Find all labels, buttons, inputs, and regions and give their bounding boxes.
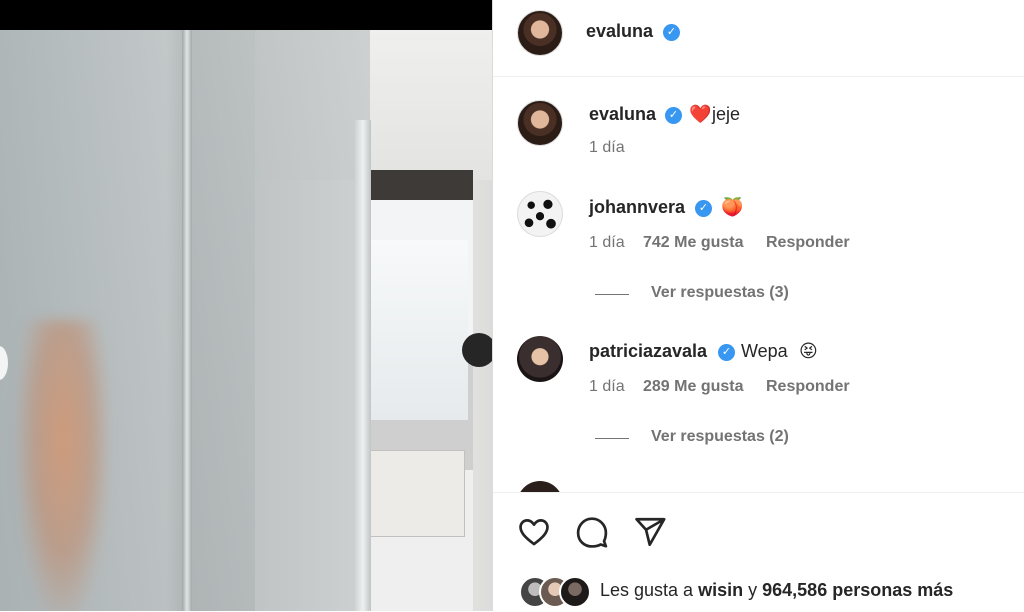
verified-badge-icon: ✓ xyxy=(665,107,682,124)
comment-avatar[interactable] xyxy=(517,336,563,382)
reply-button[interactable]: Responder xyxy=(766,378,850,396)
likes-summary[interactable]: Les gusta a wisin y 964,586 personas más xyxy=(600,580,953,601)
post-media[interactable] xyxy=(0,0,492,611)
verified-badge-icon: ✓ xyxy=(718,344,735,361)
comment-avatar[interactable] xyxy=(517,100,563,146)
liked-by-avatars[interactable] xyxy=(519,576,609,608)
comment-avatar[interactable] xyxy=(517,191,563,237)
comment-text: jeje xyxy=(712,104,741,124)
comments-list[interactable]: evaluna ✓ ❤️ jeje 1 día johannvera ✓ 🍑 1… xyxy=(493,77,1024,492)
post-actions-bar: Les gusta a wisin y 964,586 personas más xyxy=(493,492,1024,612)
verified-badge-icon: ✓ xyxy=(695,200,712,217)
post-image[interactable] xyxy=(0,30,492,611)
comment-icon[interactable] xyxy=(575,515,609,549)
view-replies-button[interactable]: Ver respuestas (2) xyxy=(651,428,789,446)
heart-emoji-icon: ❤️ xyxy=(689,104,712,124)
image-glass-edge xyxy=(182,30,192,611)
comment-text: Wepa xyxy=(741,341,788,361)
comment-likes-count[interactable]: 742 Me gusta xyxy=(643,234,743,252)
liker-avatar[interactable] xyxy=(559,576,591,608)
next-slide-button[interactable] xyxy=(462,333,492,367)
view-replies-button[interactable]: Ver respuestas (3) xyxy=(651,284,789,302)
comment-time[interactable]: 1 día xyxy=(589,139,625,157)
likes-prefix: Les gusta a xyxy=(600,580,694,600)
comment-time[interactable]: 1 día xyxy=(589,234,625,252)
replies-divider xyxy=(595,438,629,439)
heart-icon[interactable] xyxy=(517,515,551,549)
author-avatar[interactable] xyxy=(517,10,563,56)
verified-badge-icon: ✓ xyxy=(663,24,680,41)
tongue-emoji-icon: 😝 xyxy=(799,341,818,361)
image-window xyxy=(362,240,468,420)
comment-username[interactable]: johannvera xyxy=(589,197,685,218)
comment-username[interactable]: patriciazavala xyxy=(589,341,707,362)
send-icon[interactable] xyxy=(633,515,667,549)
post-details-panel: evaluna ✓ evaluna ✓ ❤️ jeje 1 día johann… xyxy=(493,0,1024,612)
likes-count[interactable]: 964,586 personas más xyxy=(762,580,953,600)
liked-by-user[interactable]: wisin xyxy=(698,580,743,600)
reply-button[interactable]: Responder xyxy=(766,234,850,252)
post-header: evaluna ✓ xyxy=(493,0,1024,77)
replies-divider xyxy=(595,294,629,295)
author-username[interactable]: evaluna xyxy=(586,21,653,42)
comment-avatar[interactable] xyxy=(517,481,563,492)
image-glass-edge-right xyxy=(355,120,371,611)
image-sink xyxy=(368,450,465,537)
likes-conjunction: y xyxy=(748,580,758,600)
comment-username[interactable]: evaluna xyxy=(589,104,656,125)
comment-time[interactable]: 1 día xyxy=(589,378,625,396)
comment-likes-count[interactable]: 289 Me gusta xyxy=(643,378,743,396)
peach-emoji-icon: 🍑 xyxy=(721,197,744,217)
image-figure xyxy=(18,320,108,611)
